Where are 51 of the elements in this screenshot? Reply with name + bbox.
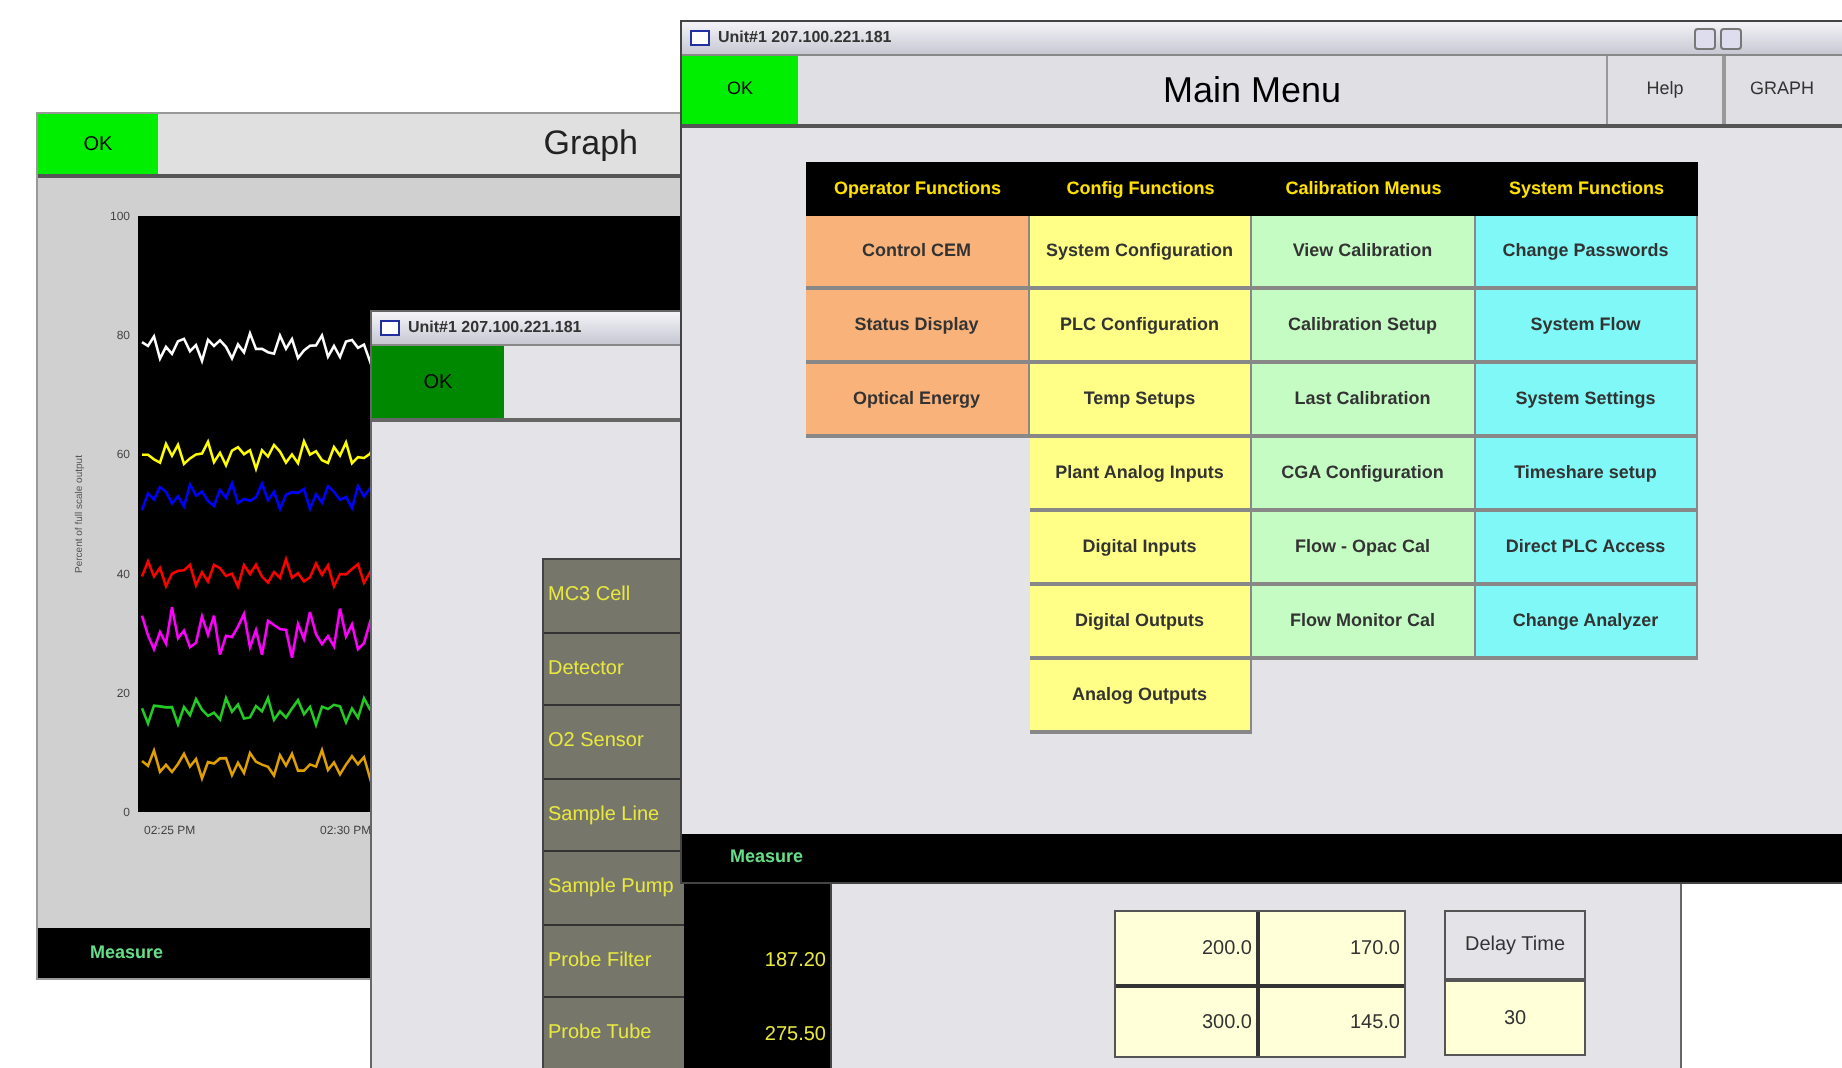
menu-button[interactable]: Change Analyzer — [1475, 586, 1698, 660]
menu-button[interactable]: Flow - Opac Cal — [1252, 512, 1475, 586]
menu-button[interactable]: View Calibration — [1252, 216, 1475, 290]
menu-button[interactable]: PLC Configuration — [1029, 290, 1252, 364]
column-heading: Config Functions — [1029, 162, 1252, 216]
window-title: Unit#1 207.100.221.181 — [718, 26, 892, 50]
menu-button[interactable]: Timeshare setup — [1475, 438, 1698, 512]
window-heading: Graph — [543, 122, 638, 167]
menu-button[interactable]: Status Display — [806, 290, 1029, 364]
window-heading: Main Menu — [1160, 67, 1344, 113]
column-heading: Calibration Menus — [1252, 162, 1475, 216]
window-icon — [690, 30, 710, 46]
sensor-label: O2 Sensor — [544, 706, 684, 779]
ok-button[interactable]: OK — [38, 114, 158, 174]
menu-button[interactable]: Digital Outputs — [1029, 586, 1252, 660]
sensor-value: 275.50 — [684, 998, 830, 1068]
setpoint-value: 145.0 — [1260, 988, 1404, 1056]
sensor-label: Probe Tube — [544, 998, 684, 1068]
window-title: Unit#1 207.100.221.181 — [408, 316, 582, 340]
menu-button[interactable]: Control CEM — [806, 216, 1029, 290]
ok-button[interactable]: OK — [372, 346, 504, 418]
sensor-label: Probe Filter — [544, 925, 684, 998]
setpoint-value: 200.0 — [1116, 912, 1260, 984]
sensor-label: Sample Pump — [544, 852, 684, 925]
menu-button[interactable]: Direct PLC Access — [1475, 512, 1698, 586]
menu-button[interactable]: System Configuration — [1029, 216, 1252, 290]
sensor-label: MC3 Cell — [544, 560, 684, 633]
sensor-label: Sample Line — [544, 779, 684, 852]
menu-button[interactable]: Last Calibration — [1252, 364, 1475, 438]
setpoint-value: 300.0 — [1116, 988, 1260, 1056]
menu-button[interactable]: System Flow — [1475, 290, 1698, 364]
menu-button[interactable]: CGA Configuration — [1252, 438, 1475, 512]
menu-button[interactable]: Plant Analog Inputs — [1029, 438, 1252, 512]
status-text: Measure — [730, 844, 804, 871]
window-icon — [380, 320, 400, 336]
column-heading: System Functions — [1475, 162, 1698, 216]
delay-time-value: 30 — [1446, 982, 1584, 1054]
menu-button[interactable]: Temp Setups — [1029, 364, 1252, 438]
sensor-label: Detector — [544, 633, 684, 706]
menu-button[interactable]: Digital Inputs — [1029, 512, 1252, 586]
menu-button[interactable]: Analog Outputs — [1029, 660, 1252, 734]
menu-button[interactable]: Change Passwords — [1475, 216, 1698, 290]
ok-button[interactable]: OK — [682, 56, 798, 124]
status-text: Measure — [90, 939, 164, 966]
sensor-value: 187.20 — [684, 925, 830, 998]
menu-button[interactable]: Flow Monitor Cal — [1252, 586, 1475, 660]
menu-button[interactable]: Optical Energy — [806, 364, 1029, 438]
menu-button[interactable]: System Settings — [1475, 364, 1698, 438]
setpoint-value: 170.0 — [1260, 912, 1404, 984]
menu-button[interactable]: Calibration Setup — [1252, 290, 1475, 364]
column-heading: Operator Functions — [806, 162, 1029, 216]
